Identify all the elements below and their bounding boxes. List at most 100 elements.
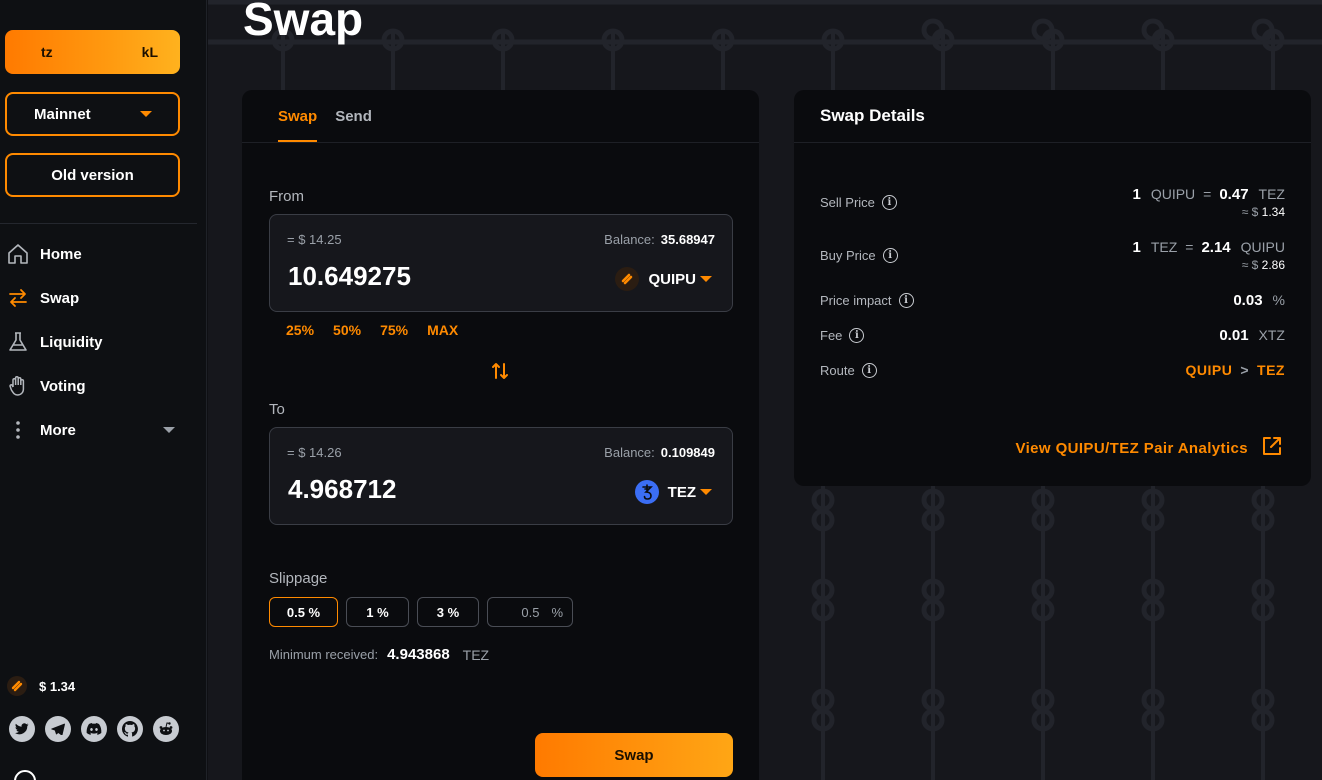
info-icon[interactable]: i bbox=[882, 248, 898, 263]
social-links bbox=[9, 716, 179, 742]
github-icon[interactable] bbox=[117, 716, 143, 742]
to-usd-value: = $ 14.26 bbox=[287, 445, 342, 460]
sidebar-item-home[interactable]: Home bbox=[0, 232, 197, 276]
card-divider bbox=[794, 142, 1311, 143]
sell-price-label: Sell Price bbox=[820, 195, 875, 210]
slippage-label: Slippage bbox=[269, 570, 328, 587]
slippage-unit: % bbox=[551, 604, 563, 620]
flask-icon bbox=[7, 331, 29, 353]
slippage-option-1[interactable]: 1 % bbox=[346, 597, 409, 627]
more-icon bbox=[7, 419, 29, 441]
wallet-address-start: tz bbox=[41, 44, 53, 60]
minimum-received-label: Minimum received: bbox=[269, 647, 379, 662]
details-title: Swap Details bbox=[820, 106, 925, 125]
sell-price-a: 1 bbox=[1132, 186, 1141, 203]
sidebar-item-voting[interactable]: Voting bbox=[0, 364, 197, 408]
swap-form-card: Swap Send From = $ 14.25 Balance: 35.6894… bbox=[242, 90, 759, 780]
from-amount-input[interactable]: 10.649275 bbox=[288, 261, 411, 292]
fee-row: Fee i 0.01 XTZ bbox=[820, 327, 1285, 344]
quipu-token-icon bbox=[615, 267, 640, 291]
token-price-value: $ 1.34 bbox=[39, 678, 76, 694]
info-icon[interactable]: i bbox=[849, 328, 865, 343]
to-token-box: = $ 14.26 Balance: 0.109849 4.968712 TEZ bbox=[269, 427, 733, 525]
to-balance: Balance: 0.109849 bbox=[604, 445, 715, 460]
external-link-icon bbox=[1261, 435, 1283, 461]
sidebar-item-more[interactable]: More bbox=[0, 408, 197, 452]
slippage-custom-input[interactable]: 0.5 % bbox=[487, 597, 573, 627]
tez-token-icon bbox=[634, 480, 659, 504]
usd-prefix: ≈ $ bbox=[1241, 205, 1259, 219]
sidebar-item-liquidity[interactable]: Liquidity bbox=[0, 320, 197, 364]
from-token-select[interactable]: QUIPU bbox=[615, 267, 712, 291]
buy-price-label: Buy Price bbox=[820, 248, 876, 263]
balance-label: Balance: bbox=[604, 445, 655, 460]
network-label: Mainnet bbox=[34, 105, 91, 123]
pair-analytics-link[interactable]: View QUIPU/TEZ Pair Analytics bbox=[1015, 435, 1283, 461]
from-label: From bbox=[269, 188, 304, 205]
card-divider bbox=[242, 142, 759, 143]
price-impact-unit: % bbox=[1272, 292, 1285, 308]
info-icon[interactable]: i bbox=[898, 293, 914, 308]
tab-swap[interactable]: Swap bbox=[278, 90, 318, 142]
buy-price-a-token: TEZ bbox=[1150, 239, 1178, 255]
percent-25-button[interactable]: 25% bbox=[286, 322, 314, 338]
buy-price-a: 1 bbox=[1132, 239, 1141, 256]
chevron-down-icon bbox=[700, 489, 712, 495]
balance-value: 0.109849 bbox=[660, 445, 715, 460]
fee-label: Fee bbox=[820, 328, 843, 343]
to-token-symbol: TEZ bbox=[667, 483, 696, 501]
slippage-option-0-5[interactable]: 0.5 % bbox=[269, 597, 338, 627]
sidebar-item-swap[interactable]: Swap bbox=[0, 276, 197, 320]
swap-direction-icon[interactable] bbox=[491, 361, 509, 386]
info-icon[interactable]: i bbox=[861, 362, 877, 378]
route-to-token[interactable]: TEZ bbox=[1257, 362, 1285, 378]
buy-price-b-token: QUIPU bbox=[1240, 239, 1285, 255]
chevron-down-icon bbox=[163, 427, 175, 433]
percent-50-button[interactable]: 50% bbox=[333, 322, 361, 338]
to-token-select[interactable]: TEZ bbox=[634, 480, 712, 504]
wallet-button[interactable]: tz kL bbox=[5, 30, 180, 74]
token-price: $ 1.34 bbox=[7, 676, 75, 696]
balance-label: Balance: bbox=[604, 232, 655, 247]
theme-toggle-icon[interactable] bbox=[14, 770, 36, 780]
page-title: Swap bbox=[243, 0, 364, 45]
fee-value: 0.01 bbox=[1219, 327, 1249, 344]
info-icon[interactable]: i bbox=[881, 195, 897, 210]
chevron-down-icon bbox=[140, 111, 152, 117]
minimum-received: Minimum received: 4.943868 TEZ bbox=[269, 646, 489, 663]
discord-icon[interactable] bbox=[81, 716, 107, 742]
minimum-received-value: 4.943868 bbox=[387, 646, 450, 663]
telegram-icon[interactable] bbox=[45, 716, 71, 742]
old-version-button[interactable]: Old version bbox=[5, 153, 180, 197]
to-amount-input[interactable]: 4.968712 bbox=[288, 474, 396, 505]
swap-icon bbox=[7, 287, 29, 309]
to-label: To bbox=[269, 401, 285, 418]
quipu-token-icon bbox=[7, 676, 27, 696]
route-label: Route bbox=[820, 362, 855, 378]
route-separator: > bbox=[1240, 362, 1250, 378]
sidebar-item-label: Home bbox=[40, 245, 82, 263]
balance-value: 35.68947 bbox=[660, 232, 715, 247]
percent-75-button[interactable]: 75% bbox=[380, 322, 408, 338]
swap-tabs: Swap Send bbox=[278, 90, 390, 142]
sidebar-item-label: Swap bbox=[40, 289, 80, 307]
pair-analytics-label: View QUIPU/TEZ Pair Analytics bbox=[1015, 439, 1248, 457]
route-from-token[interactable]: QUIPU bbox=[1186, 362, 1233, 378]
wallet-address-end: kL bbox=[141, 44, 158, 60]
usd-prefix: ≈ $ bbox=[1241, 258, 1259, 272]
swap-button[interactable]: Swap bbox=[535, 733, 733, 777]
tab-send[interactable]: Send bbox=[335, 90, 372, 142]
sidebar-item-label: Voting bbox=[40, 377, 86, 395]
price-impact-row: Price impact i 0.03% bbox=[820, 292, 1285, 309]
from-balance: Balance: 35.68947 bbox=[604, 232, 715, 247]
network-select[interactable]: Mainnet bbox=[5, 92, 180, 136]
sell-price-usd: 1.34 bbox=[1261, 205, 1285, 219]
fee-unit: XTZ bbox=[1258, 327, 1285, 343]
sidebar: tz kL Mainnet Old version Home Swap Liqu… bbox=[0, 0, 207, 780]
sidebar-item-label: More bbox=[40, 421, 76, 439]
reddit-icon[interactable] bbox=[153, 716, 179, 742]
twitter-icon[interactable] bbox=[9, 716, 35, 742]
slippage-option-3[interactable]: 3 % bbox=[417, 597, 479, 627]
hand-icon bbox=[7, 375, 29, 397]
max-button[interactable]: MAX bbox=[427, 322, 458, 338]
